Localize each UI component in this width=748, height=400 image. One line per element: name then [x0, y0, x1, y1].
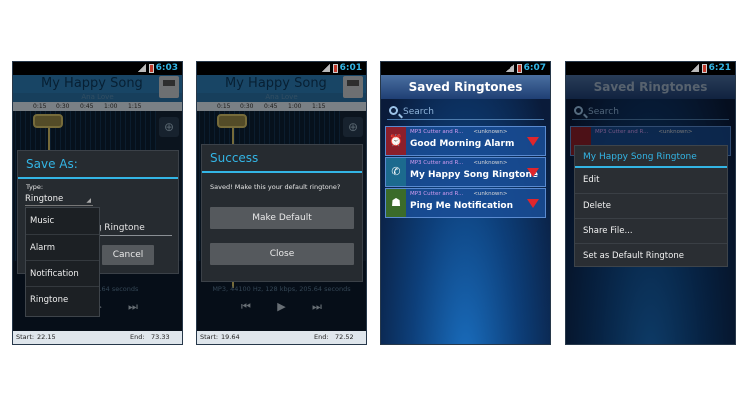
phone-icon: ✆ [386, 158, 406, 186]
battery-icon [333, 64, 338, 73]
dialog-title: Success [210, 151, 259, 165]
item-meta: MP3 Cutter and R... <unknown> [410, 160, 508, 166]
list-item[interactable]: ⏰ MP3 Cutter and R... <unknown> Good Morn… [385, 126, 546, 156]
status-bar: 6:21 [566, 62, 735, 75]
type-label: Type: [26, 183, 44, 191]
battery-icon [702, 64, 707, 73]
page-title: Saved Ringtones [381, 75, 550, 99]
dialog-divider [18, 177, 178, 179]
item-meta: MP3 Cutter and R... <unknown> [410, 129, 508, 135]
status-bar: 6:03 [13, 62, 182, 75]
phone-save-as: 6:03 My Happy Song Ana Love 0:15 0:30 0:… [12, 61, 183, 345]
end-label: End: [130, 333, 145, 341]
search-input[interactable]: Search [387, 104, 544, 120]
search-icon [389, 106, 398, 115]
search-placeholder: Search [403, 107, 434, 117]
end-label: End: [314, 333, 329, 341]
battery-icon [517, 64, 522, 73]
status-bar: 6:07 [381, 62, 550, 75]
context-menu: My Happy Song Ringtone Edit Delete Share… [574, 145, 728, 267]
dropdown-item-alarm[interactable]: Alarm [26, 234, 99, 260]
signal-icon [506, 64, 514, 72]
clock: 6:21 [708, 63, 731, 73]
list-item[interactable]: ☗ MP3 Cutter and R... <unknown> Ping Me N… [385, 188, 546, 218]
trim-footer: Start: 19.64 End: 72.52 [197, 331, 366, 344]
item-name: Good Morning Alarm [410, 139, 515, 149]
dropdown-item-music[interactable]: Music [26, 208, 99, 234]
clock: 6:03 [155, 63, 178, 73]
cancel-button[interactable]: Cancel [102, 245, 154, 265]
end-value[interactable]: 73.33 [151, 331, 170, 344]
dialog-title: Save As: [26, 157, 78, 171]
signal-icon [691, 64, 699, 72]
dropdown-item-ringtone[interactable]: Ringtone [26, 286, 99, 312]
start-value[interactable]: 22.15 [37, 331, 56, 344]
phone-success: 6:01 My Happy Song Ana Love 0:15 0:30 0:… [196, 61, 367, 345]
start-value[interactable]: 19.64 [221, 331, 240, 344]
clock: 6:07 [523, 63, 546, 73]
battery-icon [149, 64, 154, 73]
menu-item-delete[interactable]: Delete [575, 193, 727, 218]
delete-arrow-icon[interactable] [527, 137, 539, 146]
trim-footer: Start: 22.15 End: 73.33 [13, 331, 182, 344]
dropdown-item-notification[interactable]: Notification [26, 260, 99, 286]
item-name: Ping Me Notification [410, 201, 514, 211]
start-label: Start: [200, 333, 219, 341]
chevron-down-icon: ◢ [86, 197, 91, 204]
dialog-message: Saved! Make this your default ringtone? [210, 183, 341, 191]
signal-icon [322, 64, 330, 72]
start-label: Start: [16, 333, 35, 341]
delete-arrow-icon[interactable] [527, 199, 539, 208]
phone-saved-ringtones: 6:07 Saved Ringtones Search ⏰ MP3 Cutter… [380, 61, 551, 345]
success-dialog: Success Saved! Make this your default ri… [201, 144, 363, 282]
menu-item-share[interactable]: Share File... [575, 218, 727, 243]
delete-arrow-icon[interactable] [527, 168, 539, 177]
name-underline [88, 235, 172, 236]
menu-item-set-default[interactable]: Set as Default Ringtone [575, 243, 727, 268]
alarm-clock-icon: ⏰ [386, 127, 406, 155]
signal-icon [138, 64, 146, 72]
type-select-value: Ringtone [25, 194, 64, 204]
close-button[interactable]: Close [210, 243, 354, 265]
list-item[interactable]: ✆ MP3 Cutter and R... <unknown> My Happy … [385, 157, 546, 187]
context-menu-title: My Happy Song Ringtone [575, 146, 727, 168]
type-dropdown-menu: Music Alarm Notification Ringtone [25, 207, 100, 317]
item-name: My Happy Song Ringtone [410, 170, 538, 180]
type-select[interactable]: Ringtone ◢ [25, 192, 93, 206]
make-default-button[interactable]: Make Default [210, 207, 354, 229]
end-value[interactable]: 72.52 [335, 331, 354, 344]
clock: 6:01 [339, 63, 362, 73]
item-meta: MP3 Cutter and R... <unknown> [410, 191, 508, 197]
menu-item-edit[interactable]: Edit [575, 168, 727, 193]
status-bar: 6:01 [197, 62, 366, 75]
phone-context-menu: 6:21 Saved Ringtones Search MP3 Cutter a… [565, 61, 736, 345]
dialog-divider [202, 171, 362, 173]
notification-icon: ☗ [386, 189, 406, 217]
